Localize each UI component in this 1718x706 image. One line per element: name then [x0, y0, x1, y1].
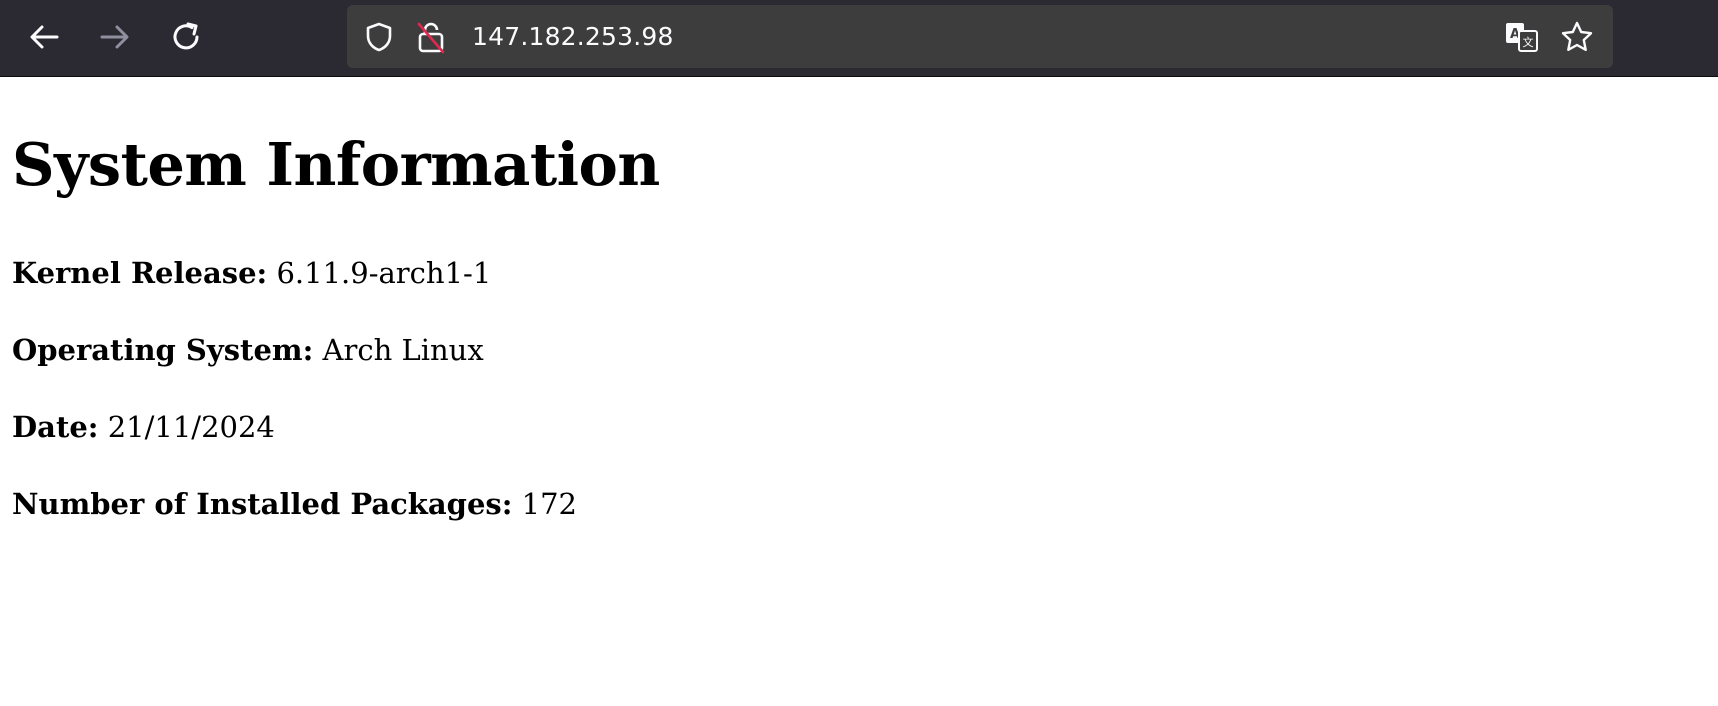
date-label: Date:: [12, 410, 99, 444]
svg-text:文: 文: [1523, 35, 1534, 49]
operating-system-value: Arch Linux: [322, 333, 484, 367]
kernel-release-value: 6.11.9-arch1-1: [276, 256, 492, 290]
translate-icon[interactable]: A 文: [1502, 5, 1542, 68]
star-icon[interactable]: [1559, 5, 1595, 68]
page-title: System Information: [12, 130, 660, 199]
browser-toolbar: 147.182.253.98 A 文: [0, 0, 1718, 77]
forward-button[interactable]: [91, 13, 139, 61]
kernel-release-label: Kernel Release:: [12, 256, 268, 290]
page-content: System Information Kernel Release: 6.11.…: [12, 100, 1692, 521]
insecure-lock-icon[interactable]: [415, 5, 447, 68]
date-row: Date: 21/11/2024: [12, 410, 275, 445]
installed-packages-row: Number of Installed Packages: 172: [12, 487, 577, 522]
kernel-release-row: Kernel Release: 6.11.9-arch1-1: [12, 256, 491, 291]
back-arrow-icon: [27, 20, 61, 54]
reload-button[interactable]: [163, 13, 211, 61]
shield-icon[interactable]: [363, 5, 395, 68]
url-text[interactable]: 147.182.253.98: [472, 5, 674, 68]
address-bar[interactable]: 147.182.253.98 A 文: [347, 5, 1613, 68]
operating-system-label: Operating System:: [12, 333, 314, 367]
operating-system-row: Operating System: Arch Linux: [12, 333, 484, 368]
installed-packages-value: 172: [521, 487, 578, 521]
date-value: 21/11/2024: [107, 410, 275, 444]
back-button[interactable]: [20, 13, 68, 61]
installed-packages-label: Number of Installed Packages:: [12, 487, 513, 521]
forward-arrow-icon: [98, 20, 132, 54]
reload-icon: [170, 20, 204, 54]
